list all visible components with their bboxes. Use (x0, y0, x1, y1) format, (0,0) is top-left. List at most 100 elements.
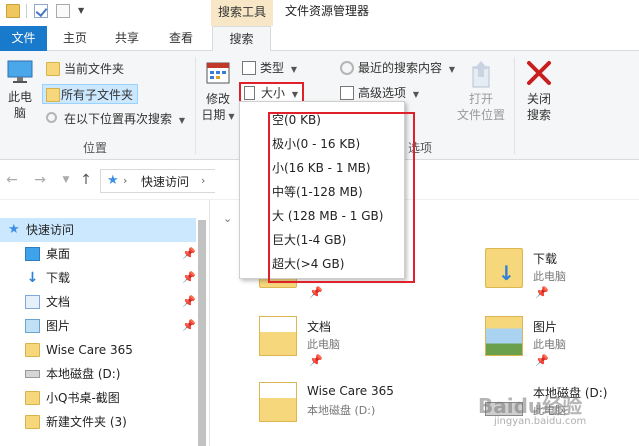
tile-subtitle: 此电脑 (533, 338, 566, 351)
drive-icon (25, 370, 40, 378)
back-arrow-icon[interactable]: ← (4, 172, 20, 188)
subfolders-icon (46, 88, 60, 102)
address-bar[interactable]: ★ › 快速访问 › (100, 169, 215, 193)
close-label-2: 搜索 (526, 108, 551, 122)
navigation-pane: ★ 快速访问 桌面 📌 ↓ 下载 📌 文档 📌 图片 📌 Wise Care 3… (0, 200, 210, 446)
recent-searches-label: 最近的搜索内容 (358, 61, 443, 75)
pictures-icon (25, 319, 40, 333)
tree-item-quick-access[interactable]: ★ 快速访问 (0, 218, 196, 242)
tree-item-local-disk-d[interactable]: 本地磁盘 (D:) (0, 362, 196, 386)
pin-icon[interactable]: 📌 (309, 286, 323, 299)
menu-item-size-empty[interactable]: 空(0 KB) (272, 108, 321, 132)
type-button[interactable]: 类型 ▼ (242, 58, 297, 78)
tab-search[interactable]: 搜索 (212, 26, 271, 52)
menu-item-size-medium[interactable]: 中等(1-128 MB) (272, 180, 363, 204)
tile-pictures[interactable]: 图片 此电脑 📌 (485, 316, 639, 376)
tile-subtitle: 此电脑 (307, 338, 340, 351)
tree-item-downloads[interactable]: ↓ 下载 📌 (0, 266, 196, 290)
current-folder-button[interactable]: 当前文件夹 (46, 59, 124, 79)
chevron-down-icon[interactable]: ▼ (78, 6, 87, 16)
open-location-icon (472, 61, 490, 88)
document-icon (244, 86, 255, 100)
chevron-down-icon: ▼ (178, 116, 185, 125)
modified-date-button[interactable]: 修改 日期 ▼ (200, 55, 236, 125)
pin-icon[interactable]: 📌 (535, 354, 549, 367)
close-search-button[interactable]: 关闭 搜索 (520, 55, 558, 123)
forward-arrow-icon[interactable]: → (32, 172, 48, 188)
pin-icon[interactable]: 📌 (182, 290, 196, 314)
ribbon-tabs: 文件 主页 共享 查看 搜索 (0, 26, 639, 52)
this-pc-button[interactable]: 此电 脑 (4, 55, 36, 121)
divider (514, 57, 515, 154)
close-icon (527, 61, 551, 85)
breadcrumb[interactable]: 快速访问 (141, 173, 189, 190)
menu-item-size-tiny[interactable]: 极小(0 - 16 KB) (272, 132, 360, 156)
folder-icon (259, 382, 297, 422)
tile-wise-care[interactable]: Wise Care 365 本地磁盘 (D:) (259, 382, 429, 442)
tile-downloads[interactable]: ↓ 下载 此电脑 📌 (485, 248, 639, 308)
options-icon (340, 86, 354, 100)
download-icon: ↓ (26, 270, 39, 286)
tree-item-wise-care[interactable]: Wise Care 365 (0, 338, 196, 362)
menu-item-size-small[interactable]: 小(16 KB - 1 MB) (272, 156, 371, 180)
chevron-down-icon[interactable]: ▼ (58, 175, 74, 185)
tab-home[interactable]: 主页 (52, 26, 98, 51)
divider (195, 57, 196, 154)
tab-share[interactable]: 共享 (104, 26, 150, 51)
scrollbar[interactable] (198, 220, 206, 446)
tree-item-label: 本地磁盘 (D:) (46, 367, 121, 381)
tree-item-xiaoq-screenshots[interactable]: 小Q书桌-截图 (0, 386, 196, 410)
tree-item-label: 下载 (46, 271, 71, 285)
folder-icon (25, 343, 40, 357)
tree-item-new-folder-3[interactable]: 新建文件夹 (3) (0, 410, 196, 434)
menu-item-size-large[interactable]: 大 (128 MB - 1 GB) (272, 204, 383, 228)
open-file-location-button[interactable]: 打开 文件位置 (452, 55, 510, 123)
star-icon: ★ (8, 222, 20, 237)
tile-subtitle: 此电脑 (533, 270, 566, 283)
type-label: 类型 (260, 61, 285, 75)
chevron-down-icon[interactable]: ⌄ (223, 212, 232, 225)
all-subfolders-button[interactable]: 所有子文件夹 (42, 84, 139, 104)
pin-icon[interactable]: 📌 (182, 266, 196, 290)
tile-name: 下载 (533, 252, 558, 266)
calendar-icon (206, 62, 230, 84)
open-location-label-2: 文件位置 (456, 108, 505, 122)
tree-item-desktop[interactable]: 桌面 📌 (0, 242, 196, 266)
tile-documents[interactable]: 文档 此电脑 📌 (259, 316, 429, 376)
search-again-label: 在以下位置再次搜索 (64, 112, 173, 126)
desktop-icon (25, 247, 40, 261)
pin-icon[interactable]: 📌 (535, 286, 549, 299)
menu-item-size-gigantic[interactable]: 超大(>4 GB) (272, 252, 344, 276)
folder-icon (25, 415, 40, 429)
pictures-folder-icon (485, 316, 523, 356)
up-arrow-icon[interactable]: ↑ (78, 172, 94, 188)
tree-item-label: 桌面 (46, 247, 71, 261)
size-dropdown-menu: 空(0 KB) 极小(0 - 16 KB) 小(16 KB - 1 MB) 中等… (239, 101, 415, 283)
advanced-options-button[interactable]: 高级选项 ▼ (340, 83, 419, 103)
folder-icon[interactable] (6, 4, 20, 18)
this-pc-label-1: 此电 (7, 90, 32, 104)
pin-icon[interactable]: 📌 (182, 314, 196, 338)
tree-item-documents[interactable]: 文档 📌 (0, 290, 196, 314)
pin-icon[interactable]: 📌 (309, 354, 323, 367)
chevron-right-icon[interactable]: › (201, 174, 205, 187)
watermark: Baidu经验 jingyan.baidu.com (478, 386, 628, 436)
watermark-subtext: jingyan.baidu.com (494, 416, 587, 427)
tree-item-pictures[interactable]: 图片 📌 (0, 314, 196, 338)
tab-file[interactable]: 文件 (0, 26, 47, 51)
pin-icon[interactable]: 📌 (182, 242, 196, 266)
new-folder-icon[interactable] (56, 4, 70, 18)
group-label-options: 选项 (407, 141, 432, 155)
properties-icon[interactable] (34, 4, 48, 18)
tree-item-label: 快速访问 (26, 223, 75, 237)
folder-icon (25, 391, 40, 405)
advanced-options-label: 高级选项 (358, 86, 407, 100)
divider (26, 4, 27, 18)
chevron-down-icon: ▼ (291, 90, 298, 99)
tab-view[interactable]: 查看 (158, 26, 204, 51)
search-again-button[interactable]: 在以下位置再次搜索 ▼ (46, 109, 185, 129)
type-icon (242, 61, 256, 75)
tile-name: Wise Care 365 (307, 384, 394, 398)
menu-item-size-huge[interactable]: 巨大(1-4 GB) (272, 228, 346, 252)
recent-searches-button[interactable]: 最近的搜索内容 ▼ (340, 58, 455, 78)
